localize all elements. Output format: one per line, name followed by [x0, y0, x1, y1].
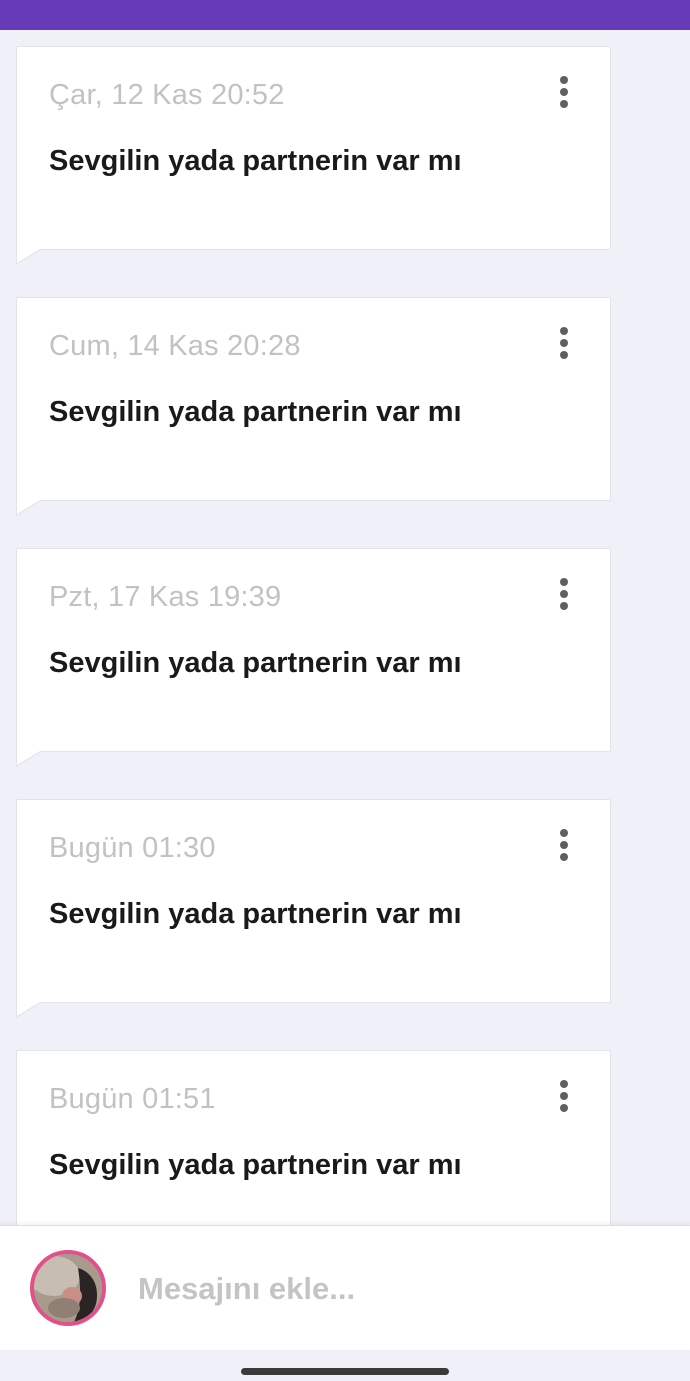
more-vertical-icon[interactable]: [548, 1079, 580, 1115]
note-card[interactable]: Pzt, 17 Kas 19:39 Sevgilin yada partneri…: [16, 548, 611, 767]
note-card[interactable]: Çar, 12 Kas 20:52 Sevgilin yada partneri…: [16, 46, 611, 265]
home-indicator[interactable]: [241, 1368, 449, 1375]
message-composer: [0, 1225, 690, 1350]
note-timestamp: Pzt, 17 Kas 19:39: [49, 581, 282, 613]
more-vertical-icon[interactable]: [548, 828, 580, 864]
note-timestamp: Cum, 14 Kas 20:28: [49, 330, 301, 362]
note-card[interactable]: Cum, 14 Kas 20:28 Sevgilin yada partneri…: [16, 297, 611, 516]
more-vertical-icon[interactable]: [548, 577, 580, 613]
note-timestamp: Bugün 01:30: [49, 832, 216, 864]
note-card[interactable]: Bugün 01:30 Sevgilin yada partnerin var …: [16, 799, 611, 1018]
header-bar: [0, 0, 690, 30]
note-text: Sevgilin yada partnerin var mı: [49, 145, 462, 177]
note-text: Sevgilin yada partnerin var mı: [49, 647, 462, 679]
note-text: Sevgilin yada partnerin var mı: [49, 396, 462, 428]
note-timestamp: Çar, 12 Kas 20:52: [49, 79, 285, 111]
note-text: Sevgilin yada partnerin var mı: [49, 898, 462, 930]
user-avatar[interactable]: [30, 1250, 106, 1326]
notes-feed[interactable]: Çar, 12 Kas 20:52 Sevgilin yada partneri…: [0, 30, 690, 1225]
more-vertical-icon[interactable]: [548, 75, 580, 111]
message-input[interactable]: [138, 1266, 658, 1312]
note-card[interactable]: Bugün 01:51 Sevgilin yada partnerin var …: [16, 1050, 611, 1225]
avatar-photo: [34, 1254, 102, 1322]
note-timestamp: Bugün 01:51: [49, 1083, 216, 1115]
note-text: Sevgilin yada partnerin var mı: [49, 1149, 462, 1181]
more-vertical-icon[interactable]: [548, 326, 580, 362]
